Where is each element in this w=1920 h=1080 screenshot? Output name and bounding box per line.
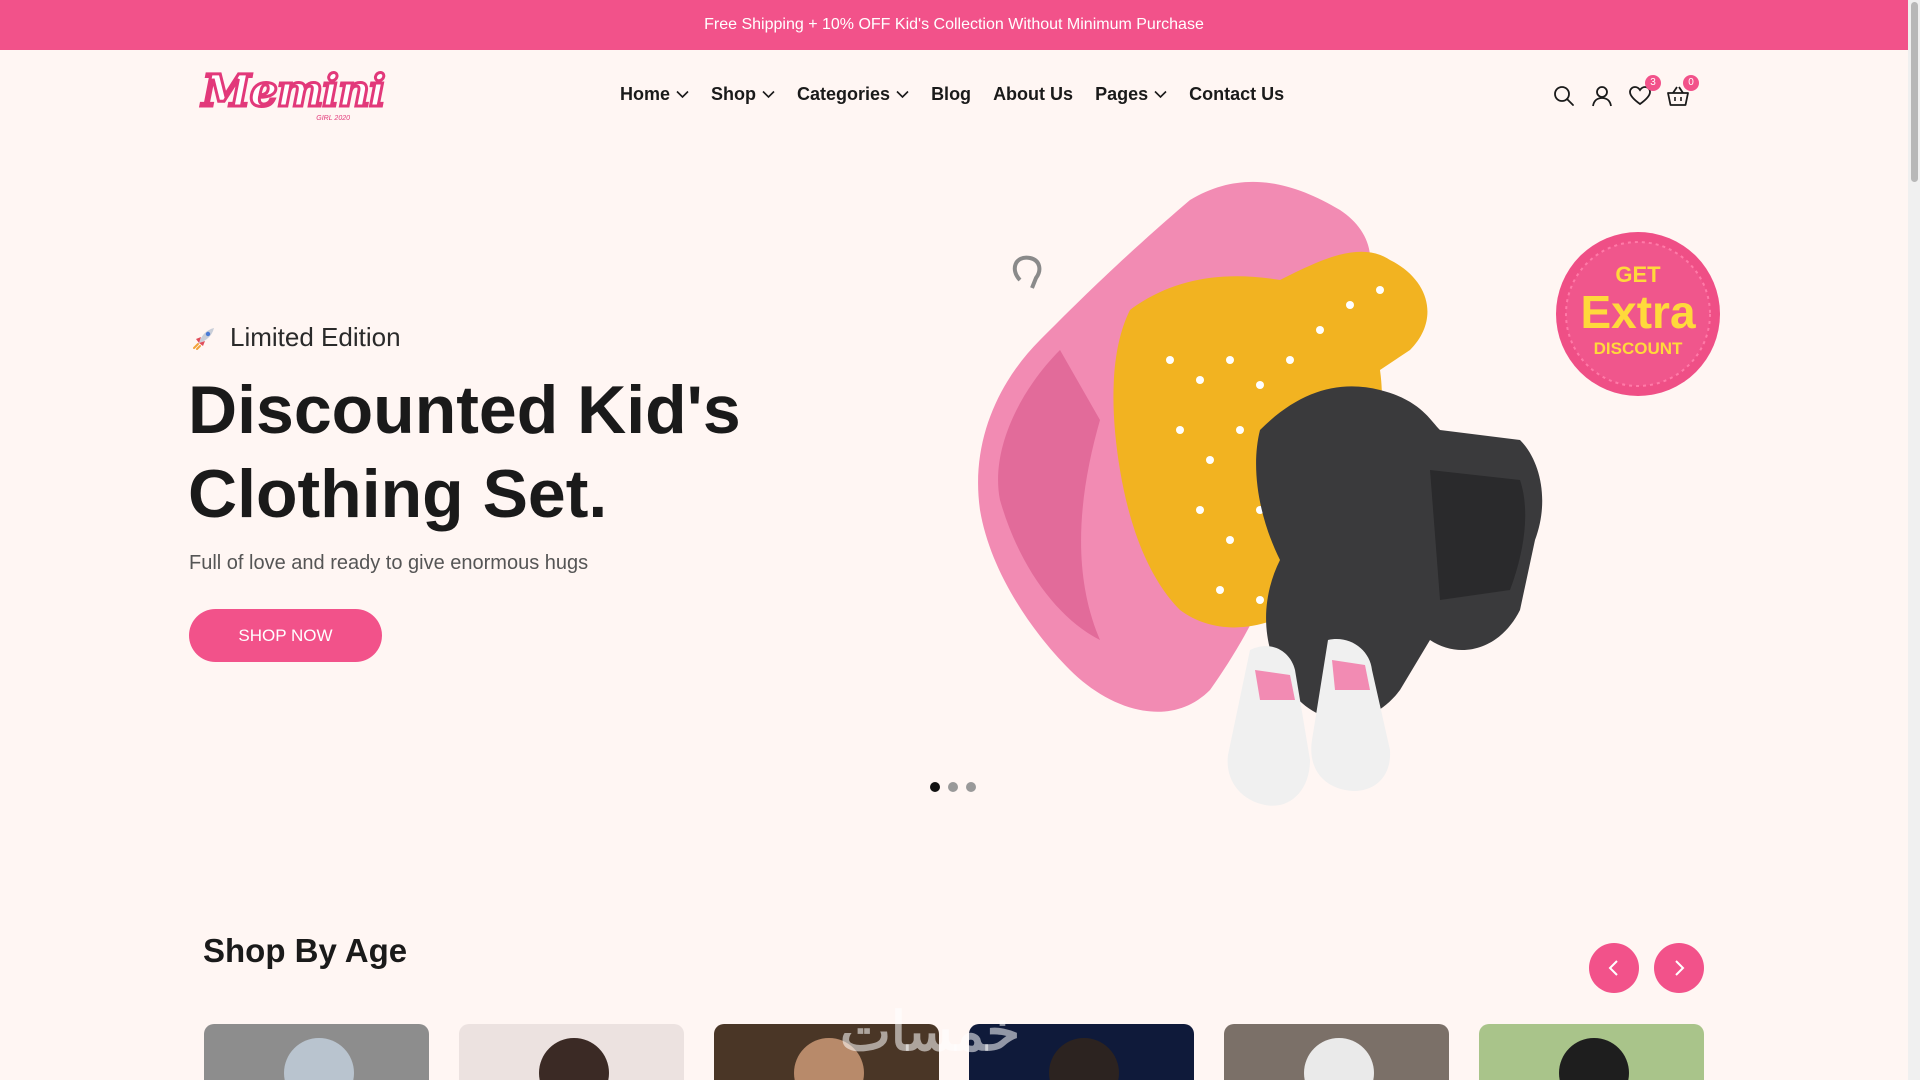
cart-button[interactable]: 0 [1666, 75, 1699, 110]
badge-line1: GET [1615, 262, 1661, 287]
scrollbar[interactable] [1908, 0, 1920, 1080]
slide-dot-2[interactable] [948, 782, 958, 792]
nav-item-pages[interactable]: Pages [1095, 84, 1167, 105]
rocket-icon [193, 327, 214, 350]
nav-label: About Us [993, 84, 1074, 104]
nav-label: Pages [1095, 84, 1149, 104]
extra-discount-badge: GET Extra DISCOUNT [1556, 232, 1720, 396]
hero-image: GET Extra DISCOUNT [978, 181, 1720, 806]
brand-name: Memini [201, 66, 388, 117]
nav-label: Blog [931, 84, 972, 104]
nav-item-contact[interactable]: Contact Us [1189, 84, 1284, 105]
shop-by-age-title: Shop By Age [203, 932, 408, 969]
user-icon [1592, 86, 1612, 107]
chevron-down-icon [676, 90, 689, 99]
search-icon [1554, 86, 1574, 106]
carousel-next-button[interactable] [1654, 943, 1704, 993]
nav-item-about[interactable]: About Us [993, 84, 1073, 105]
account-button[interactable] [1590, 84, 1614, 110]
card-photo [1559, 1038, 1629, 1080]
scrollbar-thumb[interactable] [1911, 2, 1918, 182]
header-icons: 3 0 [1552, 75, 1699, 110]
hero-title-line2: Clothing Set. [188, 456, 608, 532]
slider-dots [930, 782, 976, 792]
hero-tag: Limited Edition [190, 322, 401, 353]
announcement-text: Free Shipping + 10% OFF Kid's Collection… [704, 16, 1204, 33]
card-photo [1304, 1038, 1374, 1080]
wishlist-count-badge: 3 [1645, 75, 1661, 91]
jeans-shade [1430, 470, 1526, 600]
brand-tagline: GIRL 2020 [316, 115, 350, 122]
nav-item-categories[interactable]: Categories [797, 84, 909, 105]
slide-dot-1[interactable] [930, 782, 940, 792]
chevron-down-icon [762, 90, 775, 99]
badge-line2: Extra [1580, 286, 1695, 338]
age-card[interactable] [1224, 1024, 1449, 1080]
cart-count-badge: 0 [1683, 75, 1699, 91]
slide-dot-3[interactable] [966, 782, 976, 792]
wishlist-button[interactable]: 3 [1628, 75, 1661, 110]
card-photo [284, 1038, 354, 1080]
chevron-right-icon [1675, 960, 1685, 976]
nav-label: Categories [797, 84, 891, 104]
chevron-left-icon [1608, 960, 1618, 976]
search-button[interactable] [1552, 84, 1576, 110]
nav-label: Shop [711, 84, 757, 104]
shop-now-button[interactable]: SHOP NOW [189, 609, 382, 662]
nav-item-blog[interactable]: Blog [931, 84, 971, 105]
carousel-prev-button[interactable] [1589, 943, 1639, 993]
nav-label: Home [620, 84, 671, 104]
hero-title: Discounted Kid's Clothing Set. [188, 368, 808, 536]
announcement-bar: Free Shipping + 10% OFF Kid's Collection… [0, 0, 1908, 50]
hanger-left [1012, 255, 1042, 289]
chevron-down-icon [896, 90, 909, 99]
site-header: Memini GIRL 2020 Home Shop Categories Bl… [0, 50, 1908, 144]
badge-line3: DISCOUNT [1594, 339, 1683, 358]
watermark: خمسات [840, 1002, 1021, 1062]
card-photo [539, 1038, 609, 1080]
hero-title-line1: Discounted Kid's [188, 372, 741, 448]
brand-logo[interactable]: Memini GIRL 2020 [201, 66, 388, 124]
nav-item-shop[interactable]: Shop [711, 84, 775, 105]
card-photo [1049, 1038, 1119, 1080]
nav-item-home[interactable]: Home [620, 84, 689, 105]
hero-subtitle: Full of love and ready to give enormous … [189, 552, 589, 574]
hero-tag-text: Limited Edition [230, 322, 401, 352]
age-card[interactable] [1479, 1024, 1704, 1080]
nav-label: Contact Us [1189, 84, 1285, 104]
main-nav: Home Shop Categories Blog About Us Pages… [620, 84, 1284, 105]
age-card[interactable] [204, 1024, 429, 1080]
age-card[interactable] [459, 1024, 684, 1080]
chevron-down-icon [1154, 90, 1167, 99]
